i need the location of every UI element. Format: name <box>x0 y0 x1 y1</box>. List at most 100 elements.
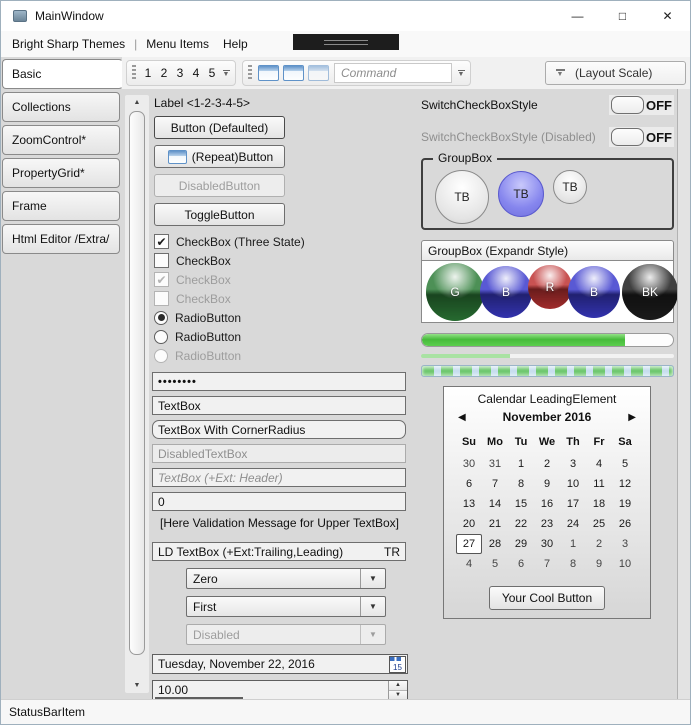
calendar-day[interactable]: 6 <box>456 474 482 494</box>
calendar-day[interactable]: 16 <box>534 494 560 514</box>
tb-toggle-button-selected[interactable]: TB <box>498 171 544 217</box>
numeric-updown[interactable]: 10.00 ▲ ▼ <box>152 680 408 700</box>
toolbar-number-button[interactable]: 2 <box>156 63 172 83</box>
calendar-day[interactable]: 31 <box>482 454 508 474</box>
menu-help[interactable]: Help <box>216 31 255 57</box>
radio-selected[interactable]: RadioButton <box>154 308 410 327</box>
calendar-day[interactable]: 1 <box>560 534 586 554</box>
checkbox-checked-icon[interactable]: ✔ <box>154 234 169 249</box>
calendar-prev-icon[interactable]: ◀ <box>458 412 472 423</box>
combobox-zero[interactable]: Zero ▼ <box>186 568 386 589</box>
scrollbar-thumb[interactable] <box>129 111 145 655</box>
textbox-input[interactable]: TextBox <box>152 396 406 415</box>
calendar-month-label[interactable]: November 2016 <box>472 410 622 424</box>
calendar-day[interactable]: 11 <box>586 474 612 494</box>
calendar-day[interactable]: 19 <box>612 494 638 514</box>
window-icon-button[interactable] <box>283 65 304 81</box>
sphere-button-green[interactable]: G <box>426 263 484 321</box>
calendar-day[interactable]: 26 <box>612 514 638 534</box>
calendar-day[interactable]: 15 <box>508 494 534 514</box>
calendar-day[interactable]: 23 <box>534 514 560 534</box>
radio-icon[interactable] <box>154 330 168 344</box>
right-scrollbar-track[interactable] <box>677 89 690 699</box>
tb-toggle-button[interactable]: TB <box>435 170 489 224</box>
sphere-button-blue[interactable]: B <box>568 266 620 318</box>
tab-collections[interactable]: Collections <box>2 92 120 122</box>
vertical-scrollbar[interactable]: ▲ ▼ <box>125 95 149 693</box>
tab-propertygrid[interactable]: PropertyGrid* <box>2 158 120 188</box>
calendar-day[interactable]: 6 <box>508 554 534 574</box>
ld-textbox-input[interactable]: LD TextBox (+Ext:Trailing,Leading) TR <box>152 542 406 561</box>
calendar-day[interactable]: 8 <box>508 474 534 494</box>
calendar-day[interactable]: 4 <box>586 454 612 474</box>
calendar-day[interactable]: 24 <box>560 514 586 534</box>
calendar-day[interactable]: 25 <box>586 514 612 534</box>
calendar-day[interactable]: 29 <box>508 534 534 554</box>
toggle-button[interactable]: ToggleButton <box>154 203 285 226</box>
calendar-day[interactable]: 10 <box>612 554 638 574</box>
maximize-button[interactable]: □ <box>600 1 645 31</box>
close-button[interactable]: ✕ <box>645 1 690 31</box>
command-input[interactable]: Command <box>334 63 452 83</box>
calendar-next-icon[interactable]: ▶ <box>622 412 636 423</box>
menu-menu-items[interactable]: Menu Items <box>139 31 216 57</box>
toolbar-number-button[interactable]: 5 <box>204 63 220 83</box>
calendar-day[interactable]: 1 <box>508 454 534 474</box>
calendar-day[interactable]: 2 <box>586 534 612 554</box>
calendar-day[interactable]: 5 <box>612 454 638 474</box>
textbox-header-input[interactable]: TextBox (+Ext: Header) <box>152 468 406 487</box>
scroll-down-icon[interactable]: ▼ <box>125 678 149 693</box>
calendar-day[interactable]: 22 <box>508 514 534 534</box>
sphere-button-blue[interactable]: B <box>480 266 532 318</box>
calendar-day[interactable]: 12 <box>612 474 638 494</box>
calendar-day[interactable]: 7 <box>482 474 508 494</box>
toolbar-number-button[interactable]: 3 <box>172 63 188 83</box>
checkbox-three-state[interactable]: ✔ CheckBox (Three State) <box>154 232 410 251</box>
scroll-up-icon[interactable]: ▲ <box>125 95 149 110</box>
calendar-day[interactable]: 30 <box>456 454 482 474</box>
toolbar-number-button[interactable]: 1 <box>140 63 156 83</box>
calendar-icon[interactable]: 15 <box>389 656 406 673</box>
tab-basic[interactable]: Basic <box>2 59 123 89</box>
spin-down-icon[interactable]: ▼ <box>389 691 407 700</box>
menu-drag-handle[interactable] <box>293 34 399 50</box>
toolbar-overflow-button[interactable]: ▼ <box>455 63 467 83</box>
expander-header[interactable]: GroupBox (Expandr Style) <box>421 240 674 261</box>
calendar-day[interactable]: 28 <box>482 534 508 554</box>
defaulted-button[interactable]: Button (Defaulted) <box>154 116 285 139</box>
toolbar-overflow-button[interactable]: ▼ <box>220 63 232 83</box>
calendar-day[interactable]: 4 <box>456 554 482 574</box>
tab-frame[interactable]: Frame <box>2 191 120 221</box>
sphere-button-red[interactable]: R <box>528 265 572 309</box>
radio-icon[interactable] <box>154 311 168 325</box>
calendar-day[interactable]: 8 <box>560 554 586 574</box>
password-input[interactable]: •••••••• <box>152 372 406 391</box>
tab-html-editor[interactable]: Html Editor /Extra/ <box>2 224 120 254</box>
calendar-day[interactable]: 13 <box>456 494 482 514</box>
repeat-button[interactable]: (Repeat)Button <box>154 145 285 168</box>
toolbar-grip-icon[interactable] <box>132 65 136 81</box>
calendar-day[interactable]: 17 <box>560 494 586 514</box>
window-icon-button[interactable] <box>258 65 279 81</box>
switch-thumb[interactable] <box>611 96 644 114</box>
calendar-day[interactable]: 10 <box>560 474 586 494</box>
calendar-day[interactable]: 27 <box>456 534 482 554</box>
radio-unselected[interactable]: RadioButton <box>154 327 410 346</box>
calendar-day[interactable]: 3 <box>560 454 586 474</box>
minimize-button[interactable]: — <box>555 1 600 31</box>
calendar-day[interactable]: 21 <box>482 514 508 534</box>
textbox-zero-input[interactable]: 0 <box>152 492 406 511</box>
menu-bright-sharp-themes[interactable]: Bright Sharp Themes <box>5 31 132 57</box>
calendar-day[interactable]: 18 <box>586 494 612 514</box>
checkbox-unchecked[interactable]: CheckBox <box>154 251 410 270</box>
tb-toggle-button[interactable]: TB <box>553 170 587 204</box>
toolbar-number-button[interactable]: 4 <box>188 63 204 83</box>
your-cool-button[interactable]: Your Cool Button <box>489 586 605 610</box>
chevron-down-icon[interactable]: ▼ <box>360 569 385 588</box>
calendar-day[interactable]: 9 <box>586 554 612 574</box>
tab-zoomcontrol[interactable]: ZoomControl* <box>2 125 120 155</box>
calendar-day[interactable]: 9 <box>534 474 560 494</box>
combobox-first[interactable]: First ▼ <box>186 596 386 617</box>
calendar-day[interactable]: 5 <box>482 554 508 574</box>
checkbox-icon[interactable] <box>154 253 169 268</box>
